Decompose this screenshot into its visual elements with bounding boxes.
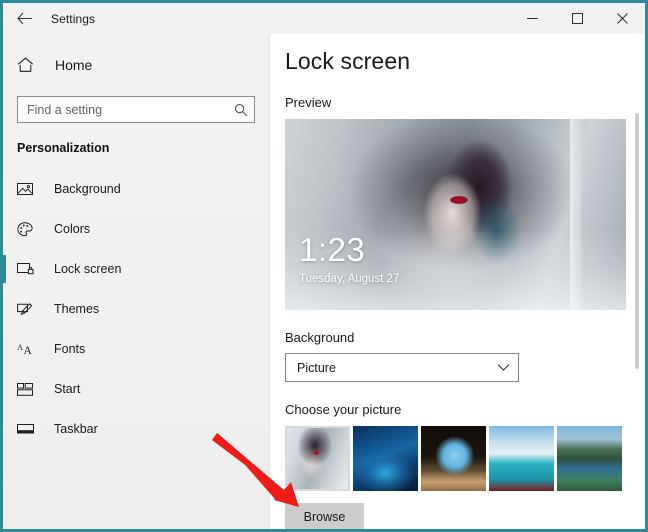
window-controls	[510, 3, 645, 34]
settings-window: Settings	[0, 0, 648, 532]
background-type-dropdown[interactable]: Picture	[285, 353, 519, 382]
paintbrush-icon	[17, 302, 43, 317]
screen-lock-icon	[17, 262, 43, 276]
sidebar-item-colors[interactable]: Colors	[3, 209, 269, 249]
close-icon	[617, 13, 628, 24]
sidebar-item-fonts[interactable]: A A Fonts	[3, 329, 269, 369]
sidebar: Home Personalization	[3, 34, 270, 529]
sidebar-nav: Background Colors	[3, 169, 269, 449]
sidebar-item-label: Taskbar	[54, 422, 98, 436]
beach-cave-thumbnail[interactable]	[421, 426, 486, 491]
sidebar-item-label: Themes	[54, 302, 99, 316]
page-title: Lock screen	[285, 48, 645, 75]
sidebar-item-taskbar[interactable]: Taskbar	[3, 409, 269, 449]
fonts-aa-icon: A A	[17, 342, 43, 356]
turquoise-water-thumbnail[interactable]	[489, 426, 554, 491]
browse-button[interactable]: Browse	[285, 503, 364, 529]
main-content: Lock screen Preview 1:23 Tuesday, August…	[271, 34, 645, 529]
search-icon	[234, 103, 248, 117]
mountain-lake-thumbnail[interactable]	[557, 426, 622, 491]
sidebar-item-lock-screen[interactable]: Lock screen	[3, 249, 269, 289]
back-arrow-icon	[17, 12, 32, 25]
preview-date: Tuesday, August 27	[299, 273, 399, 285]
blue-ice-cave-thumbnail[interactable]	[353, 426, 418, 491]
sidebar-item-themes[interactable]: Themes	[3, 289, 269, 329]
chevron-down-icon	[497, 363, 510, 372]
taskbar-icon	[17, 423, 43, 435]
app-title: Settings	[51, 12, 95, 26]
scrollbar-thumb[interactable]	[635, 113, 639, 369]
sidebar-section-label: Personalization	[17, 141, 269, 155]
maximize-icon	[572, 13, 583, 24]
preview-clock: 1:23	[299, 233, 365, 266]
lock-screen-preview: 1:23 Tuesday, August 27	[285, 119, 626, 310]
portrait-woman-thumbnail[interactable]	[285, 426, 350, 491]
picture-icon	[17, 182, 43, 196]
search-box[interactable]	[17, 96, 255, 123]
start-grid-icon	[17, 383, 43, 396]
background-type-value: Picture	[297, 361, 497, 375]
close-button[interactable]	[600, 3, 645, 34]
back-button[interactable]	[3, 3, 45, 34]
background-label: Background	[285, 330, 645, 345]
svg-text:A: A	[24, 345, 33, 356]
sidebar-item-label: Fonts	[54, 342, 85, 356]
sidebar-item-home[interactable]: Home	[3, 48, 269, 82]
sidebar-item-label: Lock screen	[54, 262, 121, 276]
preview-heading: Preview	[285, 95, 645, 110]
title-bar: Settings	[3, 3, 645, 34]
sidebar-item-label: Background	[54, 182, 121, 196]
picture-thumbnail-list	[285, 426, 645, 491]
home-label: Home	[55, 57, 92, 73]
content-scrollbar[interactable]	[631, 65, 643, 527]
search-input[interactable]	[27, 103, 234, 117]
home-icon	[17, 57, 47, 73]
maximize-button[interactable]	[555, 3, 600, 34]
choose-picture-label: Choose your picture	[285, 402, 645, 417]
sidebar-item-background[interactable]: Background	[3, 169, 269, 209]
sidebar-item-label: Colors	[54, 222, 90, 236]
palette-icon	[17, 222, 43, 237]
minimize-button[interactable]	[510, 3, 555, 34]
sidebar-item-start[interactable]: Start	[3, 369, 269, 409]
minimize-icon	[527, 13, 538, 24]
sidebar-item-label: Start	[54, 382, 80, 396]
